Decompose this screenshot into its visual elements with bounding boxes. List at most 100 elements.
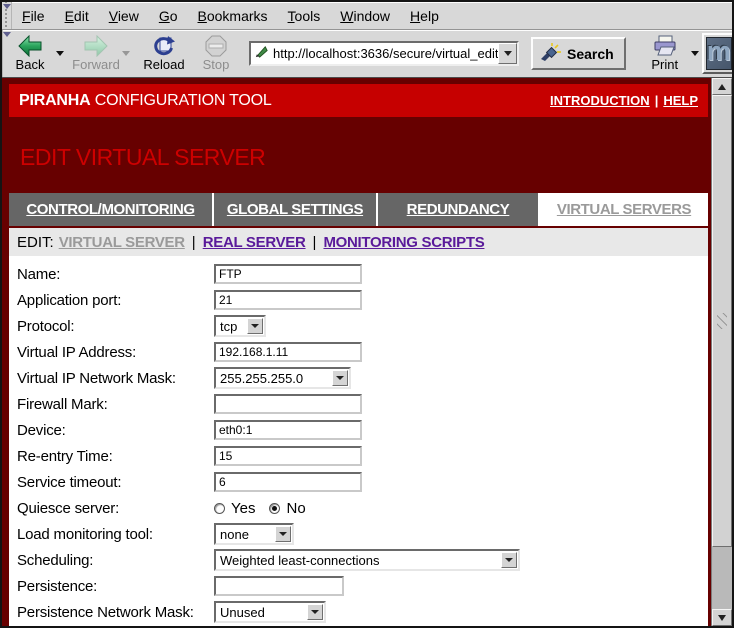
url-input[interactable]: http://localhost:3636/secure/virtual_edi… [273, 46, 498, 61]
persistence-network-mask-select[interactable]: Unused [214, 601, 326, 623]
subnav-real-server[interactable]: REAL SERVER [203, 234, 306, 251]
vertical-scrollbar[interactable] [711, 78, 732, 626]
reload-button[interactable]: Reload [141, 32, 187, 76]
tab-label-global-settings: GLOBAL SETTINGS [227, 201, 363, 218]
form-row-quiesce-server: Quiesce server:YesNo [9, 495, 708, 521]
firewall-mark-label: Firewall Mark: [17, 396, 214, 413]
form-row-persistence: Persistence: [9, 573, 708, 599]
persistence-network-mask-label: Persistence Network Mask: [17, 604, 214, 621]
load-monitoring-tool-select-arrow-icon[interactable] [275, 526, 291, 542]
mozilla-logo-icon: m [706, 37, 732, 70]
menu-help[interactable]: Help [400, 5, 449, 27]
stop-icon [205, 35, 227, 57]
menu-file[interactable]: File [12, 5, 55, 27]
app-title: PIRANHA CONFIGURATION TOOL [19, 92, 272, 110]
bookmark-icon[interactable] [254, 44, 269, 64]
forward-dropdown-icon[interactable] [122, 51, 130, 56]
reload-icon [152, 35, 176, 57]
tab-virtual-servers[interactable]: VIRTUAL SERVERS [540, 193, 708, 226]
form-row-device: Device:eth0:1 [9, 417, 708, 443]
name-input[interactable]: FTP [214, 264, 362, 284]
scroll-up-button[interactable] [712, 78, 732, 95]
url-history-dropdown[interactable] [498, 43, 517, 64]
tab-redundancy[interactable]: REDUNDANCY [378, 193, 540, 226]
url-bar[interactable]: http://localhost:3636/secure/virtual_edi… [249, 41, 519, 66]
service-timeout-input[interactable]: 6 [214, 472, 362, 492]
tab-control-monitoring[interactable]: CONTROL/MONITORING [9, 193, 214, 226]
search-button[interactable]: Search [531, 37, 626, 70]
back-dropdown-icon[interactable] [56, 51, 64, 56]
virtual-ip-address-input[interactable]: 192.168.1.11 [214, 342, 362, 362]
load-monitoring-tool-label: Load monitoring tool: [17, 526, 214, 543]
app-title-rest: CONFIGURATION TOOL [91, 92, 272, 109]
subnav-monitoring-scripts[interactable]: MONITORING SCRIPTS [323, 234, 484, 251]
virtual-ip-network-mask-select[interactable]: 255.255.255.0 [214, 367, 351, 389]
scroll-down-button[interactable] [712, 609, 732, 626]
mozilla-logo-letter: m [707, 38, 731, 65]
form-row-name: Name:FTP [9, 261, 708, 287]
reload-label: Reload [143, 57, 184, 72]
menu-window[interactable]: Window [330, 5, 400, 27]
print-dropdown-icon[interactable] [691, 51, 699, 56]
print-button[interactable]: Print [642, 32, 688, 76]
introduction-link[interactable]: INTRODUCTION [550, 93, 650, 108]
browser-window: FileEditViewGoBookmarksToolsWindowHelp B… [0, 0, 734, 628]
scrollbar-track[interactable] [712, 547, 732, 609]
menu-go[interactable]: Go [149, 5, 188, 27]
form-row-virtual-ip-network-mask: Virtual IP Network Mask:255.255.255.0 [9, 365, 708, 391]
quiesce-server-yes-label: Yes [231, 500, 255, 517]
persistence-label: Persistence: [17, 578, 214, 595]
load-monitoring-tool-select-value: none [216, 527, 275, 542]
chevron-down-icon [279, 532, 287, 536]
search-icon [540, 43, 562, 64]
page-viewport: PIRANHA CONFIGURATION TOOL INTRODUCTION … [2, 78, 711, 626]
scrollbar-thumb[interactable] [712, 95, 732, 547]
quiesce-server-yes-radio[interactable] [214, 503, 225, 514]
back-button[interactable]: Back [7, 32, 53, 76]
form-row-scheduling: Scheduling:Weighted least-connections [9, 547, 708, 573]
protocol-select-arrow-icon[interactable] [247, 318, 263, 334]
subnav-virtual-server[interactable]: VIRTUAL SERVER [59, 234, 185, 251]
form-row-persistence-network-mask: Persistence Network Mask:Unused [9, 599, 708, 625]
print-icon [652, 35, 678, 57]
form-row-protocol: Protocol:tcp [9, 313, 708, 339]
tab-label-virtual-servers: VIRTUAL SERVERS [557, 201, 691, 218]
form-row-load-monitoring-tool: Load monitoring tool:none [9, 521, 708, 547]
scheduling-select-arrow-icon[interactable] [501, 552, 517, 568]
re-entry-time-input[interactable]: 15 [214, 446, 362, 466]
re-entry-time-label: Re-entry Time: [17, 448, 214, 465]
quiesce-server-no-label: No [286, 500, 305, 517]
forward-button[interactable]: Forward [73, 32, 119, 76]
virtual-ip-network-mask-select-arrow-icon[interactable] [332, 370, 348, 386]
stop-button[interactable]: Stop [193, 32, 239, 76]
help-link[interactable]: HELP [663, 93, 698, 108]
menu-view[interactable]: View [99, 5, 149, 27]
toolbar-grippy[interactable] [2, 30, 3, 77]
menu-edit[interactable]: Edit [55, 5, 99, 27]
device-input[interactable]: eth0:1 [214, 420, 362, 440]
scheduling-select[interactable]: Weighted least-connections [214, 549, 520, 571]
quiesce-server-no-radio[interactable] [269, 503, 280, 514]
tab-label-control-monitoring: CONTROL/MONITORING [26, 201, 194, 218]
toolbar-grippy[interactable] [2, 2, 12, 29]
menu-tools[interactable]: Tools [278, 5, 331, 27]
name-label: Name: [17, 266, 214, 283]
application-port-input[interactable]: 21 [214, 290, 362, 310]
scheduling-select-value: Weighted least-connections [216, 553, 501, 568]
menu-bookmarks[interactable]: Bookmarks [188, 5, 278, 27]
edit-subnav: EDIT: VIRTUAL SERVER|REAL SERVER|MONITOR… [9, 228, 708, 256]
persistence-input[interactable] [214, 576, 344, 596]
main-tabs: CONTROL/MONITORING GLOBAL SETTINGS REDUNDA… [9, 193, 708, 226]
form-row-virtual-ip-address: Virtual IP Address:192.168.1.11 [9, 339, 708, 365]
mozilla-logo-button[interactable]: m [702, 33, 734, 74]
persistence-network-mask-select-arrow-icon[interactable] [307, 604, 323, 620]
protocol-select[interactable]: tcp [214, 315, 266, 337]
form-row-application-port: Application port:21 [9, 287, 708, 313]
print-label: Print [651, 57, 678, 72]
tab-global-settings[interactable]: GLOBAL SETTINGS [214, 193, 378, 226]
firewall-mark-input[interactable] [214, 394, 362, 414]
protocol-select-value: tcp [216, 319, 247, 334]
menu-bar: FileEditViewGoBookmarksToolsWindowHelp [2, 2, 732, 30]
load-monitoring-tool-select[interactable]: none [214, 523, 294, 545]
protocol-label: Protocol: [17, 318, 214, 335]
